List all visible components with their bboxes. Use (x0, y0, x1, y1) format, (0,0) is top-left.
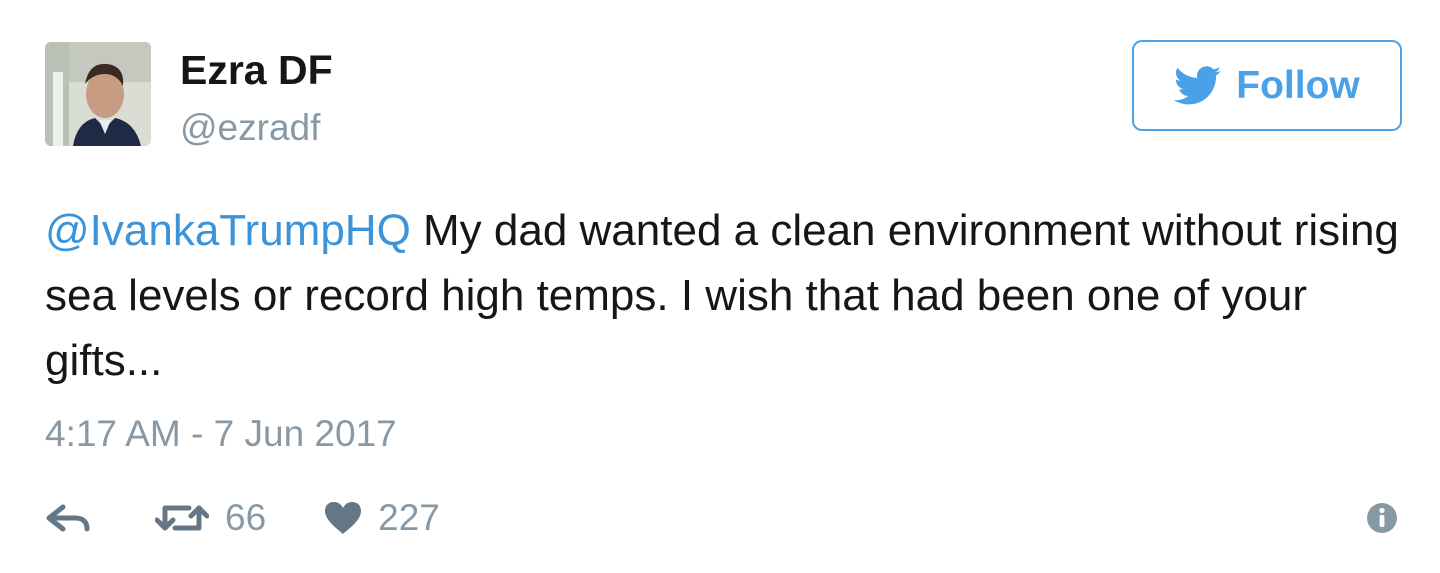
tweet-timestamp[interactable]: 4:17 AM - 7 Jun 2017 (45, 410, 397, 458)
follow-button[interactable]: Follow (1132, 40, 1402, 131)
like-button[interactable]: 227 (324, 494, 440, 542)
heart-icon (325, 502, 362, 534)
like-count: 227 (378, 497, 440, 538)
retweet-count: 66 (225, 497, 267, 538)
reply-icon (46, 504, 90, 532)
author-handle[interactable]: @ezradf (180, 104, 320, 152)
avatar[interactable] (45, 42, 151, 146)
info-circle-icon (1367, 503, 1397, 533)
profile-photo (45, 42, 151, 146)
tweet-card: Ezra DF @ezradf Follow @IvankaTrumpHQ My… (0, 0, 1440, 573)
reply-button[interactable] (45, 503, 95, 533)
info-icon[interactable] (1366, 502, 1398, 534)
mention-link[interactable]: @IvankaTrumpHQ (45, 206, 411, 255)
twitter-bird-icon (1174, 65, 1222, 104)
author-display-name[interactable]: Ezra DF (180, 44, 333, 96)
retweet-button[interactable]: 66 (155, 494, 266, 542)
tweet-text: @IvankaTrumpHQ My dad wanted a clean env… (45, 198, 1415, 393)
retweet-icon (155, 505, 209, 531)
follow-label: Follow (1236, 63, 1360, 107)
tweet-actions: 66 227 (45, 490, 440, 546)
